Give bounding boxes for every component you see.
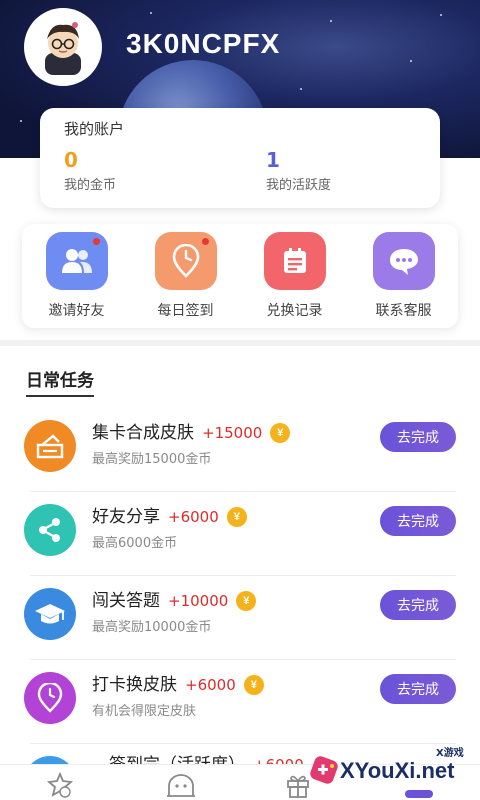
star <box>440 14 442 16</box>
star <box>410 60 412 62</box>
task-title: 打卡换皮肤 +6000 ¥ <box>92 670 264 695</box>
coin-icon: ¥ <box>226 507 247 527</box>
exchange-record-icon <box>263 232 326 290</box>
watermark-small-text: X游戏 <box>436 748 464 759</box>
daily-checkin-button[interactable]: 每日签到 <box>136 232 236 320</box>
account-card: 我的账户 0 我的金币 1 我的活跃度 <box>40 108 440 208</box>
task-name: 好友分享 <box>92 507 160 527</box>
coins-stat[interactable]: 0 我的金币 <box>64 148 116 193</box>
daily-checkin-icon <box>154 232 217 290</box>
task-reward: +15000 <box>202 424 263 442</box>
task-title: 好友分享 +6000 ¥ <box>92 502 247 527</box>
task-row: 好友分享 +6000 ¥ 最高6000金币 去完成 <box>0 492 480 576</box>
quick-actions: 邀请好友 每日签到 兑换记录 联系客服 <box>22 224 458 328</box>
daily-checkin-label: 每日签到 <box>157 303 214 319</box>
task-reward: +6000 <box>168 508 219 526</box>
task-description: 最高奖励15000金币 <box>92 452 212 467</box>
notification-dot <box>92 238 100 245</box>
activity-value: 1 <box>266 148 280 172</box>
coin-icon: ¥ <box>243 675 264 695</box>
complete-task-button[interactable]: 去完成 <box>380 506 456 536</box>
task-description: 最高奖励10000金币 <box>92 620 212 635</box>
account-title: 我的账户 <box>64 120 125 138</box>
complete-task-button[interactable]: 去完成 <box>380 590 456 620</box>
card-collect-icon <box>24 420 76 472</box>
task-row: 集卡合成皮肤 +15000 ¥ 最高奖励15000金币 去完成 <box>0 408 480 492</box>
task-row: 闯关答题 +10000 ¥ 最高奖励10000金币 去完成 <box>0 576 480 660</box>
tab-game[interactable] <box>164 771 198 799</box>
exchange-record-label: 兑换记录 <box>266 303 323 319</box>
invite-friends-icon <box>45 232 108 290</box>
coin-icon: ¥ <box>236 591 257 611</box>
complete-task-button[interactable]: 去完成 <box>380 674 456 704</box>
graduation-cap-icon <box>24 588 76 640</box>
invite-friends-button[interactable]: 邀请好友 <box>27 232 127 320</box>
customer-service-icon <box>372 232 435 290</box>
task-name: 闯关答题 <box>92 591 160 611</box>
task-row: 打卡换皮肤 +6000 ¥ 有机会得限定皮肤 去完成 <box>0 660 480 744</box>
complete-task-button[interactable]: 去完成 <box>380 422 456 452</box>
coin-icon: ¥ <box>270 423 291 443</box>
avatar[interactable] <box>24 8 102 86</box>
task-description: 最高6000金币 <box>92 536 178 551</box>
ghost-icon <box>167 774 195 797</box>
gamepad-logo-icon <box>310 756 338 784</box>
daily-tasks-title: 日常任务 <box>26 366 94 397</box>
avatar-face-icon <box>45 22 81 75</box>
star <box>300 88 302 90</box>
task-name: 打卡换皮肤 <box>92 675 177 695</box>
task-description: 有机会得限定皮肤 <box>92 704 197 719</box>
task-reward: +6000 <box>185 676 236 694</box>
star <box>150 12 152 14</box>
activity-stat[interactable]: 1 我的活跃度 <box>266 148 331 193</box>
star-question-icon <box>47 772 73 798</box>
task-title: 集卡合成皮肤 +15000 ¥ <box>92 418 291 443</box>
activity-label: 我的活跃度 <box>266 178 332 193</box>
customer-service-label: 联系客服 <box>375 303 432 319</box>
task-reward: +10000 <box>168 592 229 610</box>
invite-friends-label: 邀请好友 <box>48 303 105 319</box>
watermark-text: XYouXi.net <box>340 758 455 783</box>
username: 3K0NCPFX <box>126 28 281 59</box>
section-divider <box>0 340 480 346</box>
task-name: 集卡合成皮肤 <box>92 423 194 443</box>
star <box>330 20 332 22</box>
notification-dot <box>201 238 209 245</box>
share-icon <box>24 504 76 556</box>
watermark-logo: X游戏 XYouXi.net <box>306 740 480 800</box>
location-clock-icon <box>24 672 76 724</box>
coins-value: 0 <box>64 148 78 172</box>
coins-label: 我的金币 <box>64 178 117 193</box>
star <box>20 120 22 122</box>
customer-service-button[interactable]: 联系客服 <box>354 232 454 320</box>
tab-favorites[interactable] <box>46 771 74 799</box>
task-title: 闯关答题 +10000 ¥ <box>92 586 257 611</box>
exchange-record-button[interactable]: 兑换记录 <box>245 232 345 320</box>
